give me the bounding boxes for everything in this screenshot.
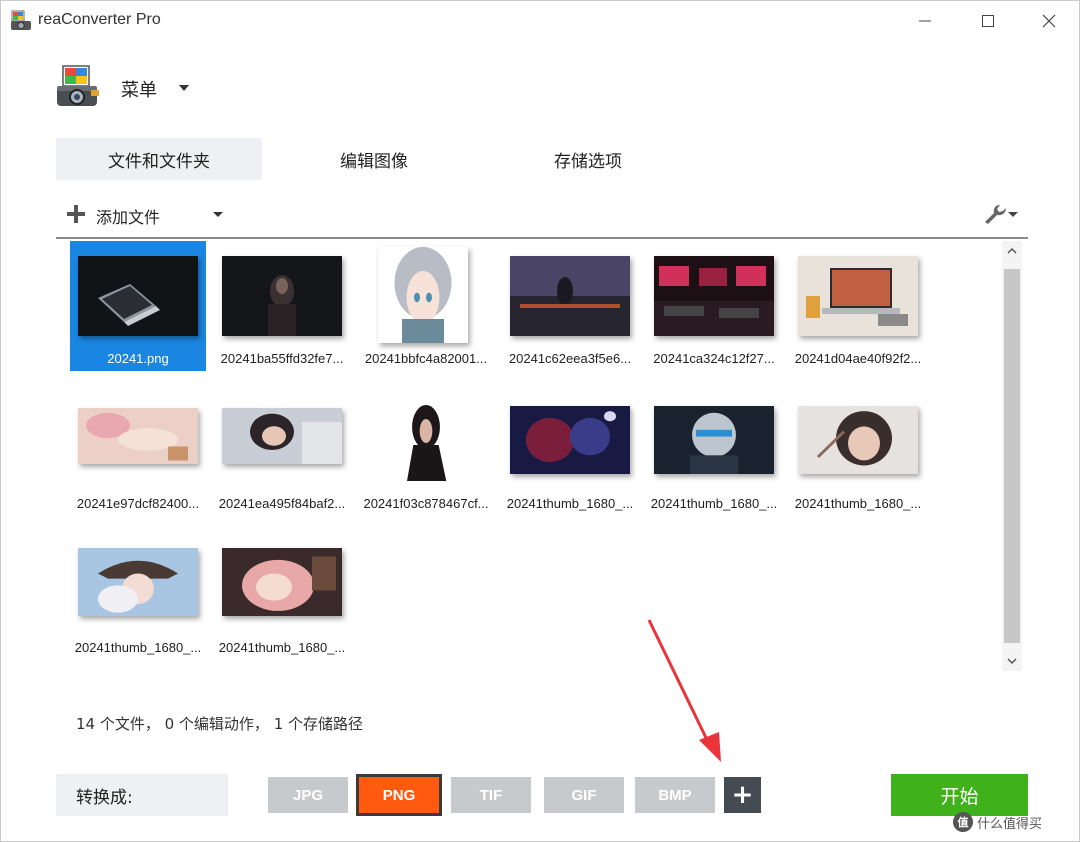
add-format-button[interactable]: + <box>724 777 761 813</box>
file-thumbnail <box>654 406 774 474</box>
file-thumbnail <box>654 256 774 336</box>
minimize-button[interactable] <box>905 7 945 35</box>
file-tile[interactable]: 20241bbfc4a82001... <box>358 241 494 371</box>
menu-logo-icon[interactable] <box>53 64 101 110</box>
file-name: 20241thumb_1680_... <box>506 496 634 511</box>
maximize-icon <box>982 15 994 27</box>
file-name: 20241ba55ffd32fe7... <box>220 351 344 366</box>
file-thumbnail <box>78 548 198 616</box>
file-tile[interactable]: 20241ba55ffd32fe7... <box>214 241 350 371</box>
file-name: 20241.png <box>107 351 169 366</box>
scroll-up-icon[interactable] <box>1002 241 1022 261</box>
maximize-button[interactable] <box>968 7 1008 35</box>
plus-icon[interactable] <box>66 204 86 224</box>
annotation-arrow-icon <box>647 619 721 762</box>
file-thumbnail <box>798 256 918 336</box>
file-thumbnail <box>388 401 464 481</box>
tab-files-folders[interactable]: 文件和文件夹 <box>56 138 262 180</box>
watermark: 值 什么值得买 <box>953 810 1042 834</box>
watermark-logo-icon: 值 <box>953 812 973 832</box>
wrench-icon[interactable] <box>981 203 1021 225</box>
file-name: 20241e97dcf82400... <box>76 496 200 511</box>
title-bar: reaConverter Pro <box>1 1 1079 41</box>
format-jpg-button[interactable]: JPG <box>268 777 348 813</box>
file-name: 20241ea495f84baf2... <box>218 496 346 511</box>
format-tif-button[interactable]: TIF <box>451 777 531 813</box>
format-gif-button[interactable]: GIF <box>544 777 624 813</box>
file-tile[interactable]: 20241.png <box>70 241 206 371</box>
file-thumbnail <box>798 406 918 474</box>
file-tile[interactable]: 20241e97dcf82400... <box>70 386 206 516</box>
close-button[interactable] <box>1029 7 1069 35</box>
file-thumbnail <box>510 406 630 474</box>
file-name: 20241f03c878467cf... <box>363 496 489 511</box>
tab-edit-images[interactable]: 编辑图像 <box>271 138 477 180</box>
vertical-scrollbar[interactable] <box>1002 241 1022 671</box>
file-tile[interactable]: 20241c62eea3f5e6... <box>502 241 638 371</box>
file-thumbnail <box>78 256 198 336</box>
tab-save-options[interactable]: 存储选项 <box>485 138 691 180</box>
file-tile[interactable]: 20241thumb_1680_... <box>70 530 206 660</box>
file-name: 20241thumb_1680_... <box>650 496 778 511</box>
close-icon <box>1042 14 1056 28</box>
file-grid[interactable]: 20241.png 20241ba55ffd32fe7... 20241bbfc… <box>61 241 999 671</box>
file-thumbnail <box>378 247 468 343</box>
add-files-button[interactable]: 添加文件 <box>96 204 160 228</box>
status-summary: 14 个文件， 0 个编辑动作， 1 个存储路径 <box>76 715 364 733</box>
format-bmp-button[interactable]: BMP <box>635 777 715 813</box>
app-window: reaConverter Pro 菜单 文件和文件夹 编辑图像 存储选项 添加文… <box>0 0 1080 842</box>
file-tile[interactable]: 20241ca324c12f27... <box>646 241 782 371</box>
convert-to-label: 转换成: <box>56 774 228 816</box>
file-tile[interactable]: 20241thumb_1680_... <box>502 386 638 516</box>
file-tile[interactable]: 20241thumb_1680_... <box>790 386 926 516</box>
window-title: reaConverter Pro <box>38 11 161 28</box>
file-tile[interactable]: 20241f03c878467cf... <box>358 386 494 516</box>
file-tile[interactable]: 20241thumb_1680_... <box>646 386 782 516</box>
file-tile[interactable]: 20241thumb_1680_... <box>214 530 350 660</box>
scrollbar-thumb[interactable] <box>1004 269 1020 643</box>
file-thumbnail <box>222 408 342 464</box>
file-thumbnail <box>78 408 198 464</box>
file-name: 20241c62eea3f5e6... <box>508 351 632 366</box>
app-logo-icon <box>11 10 31 30</box>
menu-chevron-down-icon[interactable] <box>179 85 189 91</box>
file-name: 20241thumb_1680_... <box>218 640 346 655</box>
minimize-icon <box>919 20 931 22</box>
file-thumbnail <box>510 256 630 336</box>
file-name: 20241ca324c12f27... <box>653 351 775 366</box>
file-thumbnail <box>222 256 342 336</box>
file-tile[interactable]: 20241d04ae40f92f2... <box>790 241 926 371</box>
file-name: 20241bbfc4a82001... <box>364 351 488 366</box>
file-name: 20241d04ae40f92f2... <box>794 351 922 366</box>
file-tile[interactable]: 20241ea495f84baf2... <box>214 386 350 516</box>
scroll-down-icon[interactable] <box>1002 651 1022 671</box>
watermark-text: 什么值得买 <box>977 816 1043 832</box>
file-name: 20241thumb_1680_... <box>794 496 922 511</box>
format-png-button[interactable]: PNG <box>356 774 442 816</box>
toolbar-divider <box>56 237 1028 239</box>
menu-label[interactable]: 菜单 <box>121 76 157 102</box>
add-files-chevron-down-icon[interactable] <box>213 212 223 217</box>
file-thumbnail <box>222 548 342 616</box>
file-name: 20241thumb_1680_... <box>74 640 202 655</box>
